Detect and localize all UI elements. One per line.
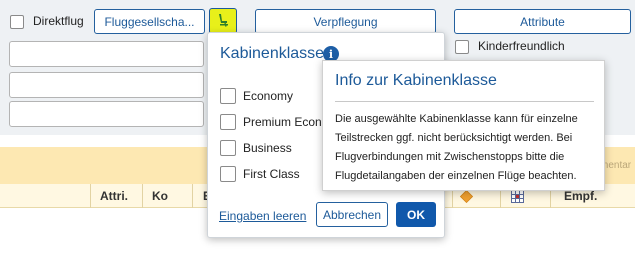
clear-inputs-link[interactable]: Eingaben leeren [219, 209, 306, 223]
airlines-button[interactable]: Fluggesellscha... [94, 9, 205, 34]
meals-button[interactable]: Verpflegung [255, 9, 436, 34]
ok-button[interactable]: OK [396, 202, 436, 227]
cabin-class-info-tooltip: Info zur Kabinenklasse Die ausgewählte K… [322, 60, 605, 191]
tooltip-divider [335, 101, 594, 102]
business-label: Business [243, 141, 292, 155]
first-class-checkbox[interactable] [220, 166, 236, 182]
first-class-label: First Class [243, 167, 300, 181]
header-ko[interactable]: Ko [152, 184, 168, 208]
column-divider [192, 184, 193, 208]
diamond-icon [459, 189, 474, 206]
column-divider [142, 184, 143, 208]
direct-flight-label: Direktflug [33, 14, 84, 28]
tooltip-body: Die ausgewählte Kabinenklasse kann für e… [335, 113, 578, 182]
filter-input-1[interactable] [9, 41, 204, 67]
cancel-button[interactable]: Abbrechen [316, 202, 388, 227]
popup-title: Kabinenklasse [220, 45, 325, 62]
attributes-button[interactable]: Attribute [454, 9, 631, 34]
family-friendly-label: Kinderfreundlich [478, 39, 565, 53]
cabin-class-button[interactable] [209, 8, 237, 34]
header-attributes[interactable]: Attri. [100, 184, 128, 208]
business-checkbox[interactable] [220, 140, 236, 156]
column-divider [90, 184, 91, 208]
premium-economy-label: Premium Econo [243, 115, 329, 129]
direct-flight-checkbox[interactable] [10, 15, 24, 29]
economy-checkbox[interactable] [220, 88, 236, 104]
seat-icon [215, 12, 231, 31]
premium-economy-checkbox[interactable] [220, 114, 236, 130]
economy-label: Economy [243, 89, 294, 103]
grid-icon [511, 190, 524, 206]
family-friendly-checkbox[interactable] [455, 40, 469, 54]
tooltip-title: Info zur Kabinenklasse [335, 72, 497, 89]
filter-input-2[interactable] [9, 72, 204, 98]
filter-input-3[interactable] [9, 101, 204, 127]
